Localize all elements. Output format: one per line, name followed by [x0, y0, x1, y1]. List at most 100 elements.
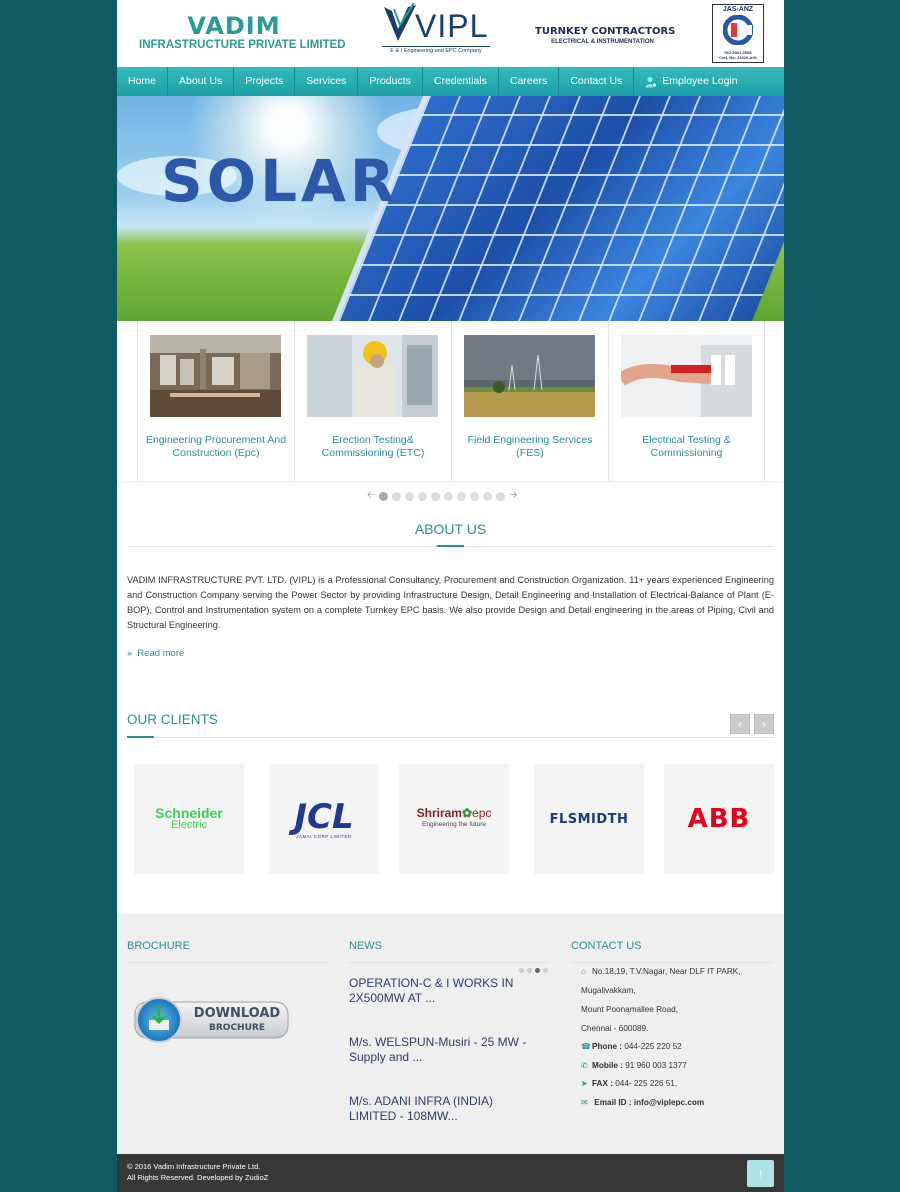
shriram-sub: Engineering the future	[422, 821, 486, 828]
phone-label: Phone :	[592, 1042, 623, 1051]
title-underline	[437, 545, 464, 547]
news-item[interactable]: M/s. WELSPUN-Musiri - 25 MW - Supply and…	[349, 1035, 539, 1065]
iso-badge-bottom: ISO 9001:2008 Cert. No: 31929-A01	[713, 50, 763, 60]
service-card-epc[interactable]: Engineering Procurement And Construction…	[137, 321, 294, 481]
page: VADIM INFRASTRUCTURE PRIVATE LIMITED VIP…	[117, 0, 784, 1192]
service-label: Electrical Testing & Commissioning	[642, 434, 731, 459]
contact-address: ⌂ No.18,19, T.V.Nagar, Near DLF IT PARK, …	[581, 966, 741, 1034]
news-title: NEWS	[349, 940, 382, 952]
nav-products[interactable]: Products	[358, 67, 423, 96]
copyright-line: © 2016 Vadim Infrastructure Private Ltd.	[127, 1162, 261, 1171]
turnkey-line2: ELECTRICAL & INSTRUMENTATION	[551, 39, 654, 45]
hero-title: SOLAR	[161, 147, 399, 215]
logo-main-text: VADIM	[187, 12, 281, 40]
carousel-dot[interactable]	[496, 491, 506, 501]
brochure-label: BROCHURE	[209, 1023, 265, 1033]
carousel-dot[interactable]	[418, 491, 428, 501]
nav-employee-login[interactable]: Employee Login	[634, 67, 748, 96]
flsmidth-name: FLSMIDTH	[549, 811, 629, 827]
phone-icon: ☎	[581, 1042, 592, 1051]
download-brochure-button[interactable]: DOWNLOAD BROCHURE	[131, 996, 291, 1044]
envelope-icon: ✉	[581, 1098, 588, 1107]
news-dot[interactable]	[519, 968, 524, 973]
nav-services[interactable]: Services	[295, 67, 359, 96]
vipl-logo: VIPL E & I Engineering and EPC Company	[380, 3, 490, 55]
arrow-left-icon[interactable]: 🡠	[367, 491, 375, 501]
service-card-etc[interactable]: Erection Testing& Commissioning (ETC)	[294, 321, 451, 481]
service-label: Engineering Procurement And Construction…	[145, 434, 287, 459]
email-link[interactable]: info@viplepc.com	[634, 1098, 704, 1107]
news-item[interactable]: M/s. ADANI INFRA (INDIA) LIMITED - 108MW…	[349, 1094, 539, 1124]
arrow-right-icon[interactable]: 🡢	[509, 491, 517, 501]
email-label: Email ID :	[594, 1098, 632, 1107]
nav-about-us[interactable]: About Us	[168, 67, 235, 96]
news-dot[interactable]	[543, 968, 548, 973]
nav-credentials[interactable]: Credentials	[423, 67, 499, 96]
carousel-dot[interactable]	[483, 491, 493, 501]
clients-prev-button[interactable]: ‹	[730, 714, 750, 734]
news-dot[interactable]	[535, 968, 540, 973]
contact-phone: ☎Phone : 044-225 220 52	[581, 1041, 682, 1052]
client-logo-abb[interactable]: ABB	[664, 764, 774, 874]
technician-panel-image	[307, 335, 438, 417]
nav-contact-us[interactable]: Contact Us	[559, 67, 635, 96]
client-logo-shriram[interactable]: Shriram✿epc Engineering the future	[399, 764, 509, 874]
rights-line: All Rights Reserved. Developed by ZudioZ	[127, 1173, 269, 1182]
news-item[interactable]: OPERATION-C & I WORKS IN 2X500MW AT ...	[349, 976, 539, 1006]
clients-title: OUR CLIENTS	[127, 712, 218, 727]
about-title: ABOUT US	[414, 521, 487, 537]
iso-cert-number: Cert. No: 31929-A01	[719, 55, 757, 60]
divider	[117, 481, 784, 482]
clients-next-button[interactable]: ›	[754, 714, 774, 734]
brochure-title: BROCHURE	[127, 940, 190, 952]
nav-careers[interactable]: Careers	[499, 67, 560, 96]
vipl-logo-subtitle: E & I Engineering and EPC Company	[382, 46, 490, 54]
leaf-icon: ✿	[461, 806, 473, 820]
iso-badge-top: JAS-ANZ	[722, 6, 754, 13]
iso-certification-badge: JAS-ANZ ISO 9001:2008 Cert. No: 31929-A0…	[712, 4, 764, 63]
client-logo-schneider[interactable]: Schneider Electric	[134, 764, 244, 874]
iso-seal-icon	[722, 14, 754, 46]
vadim-logo[interactable]: VADIM INFRASTRUCTURE PRIVATE LIMITED	[139, 12, 346, 52]
site-footer: BROCHURE DOWNLOAD BROCHURE NEWS OPERATIO…	[117, 914, 784, 1154]
news-pagination	[519, 968, 548, 973]
service-label: Erection Testing& Commissioning (ETC)	[321, 434, 425, 459]
turnkey-tagline: TURNKEY CONTRACTORS ELECTRICAL & INSTRUM…	[535, 26, 675, 46]
download-label: DOWNLOAD	[193, 1006, 281, 1021]
carousel-dot[interactable]	[470, 491, 480, 501]
address-line: Chennai - 600089.	[581, 1024, 649, 1033]
divider	[127, 962, 329, 963]
copyright-text: © 2016 Vadim Infrastructure Private Ltd.…	[127, 1161, 268, 1183]
client-logo-flsmidth[interactable]: FLSMIDTH	[534, 764, 644, 874]
carousel-pagination: 🡠 🡢	[367, 490, 537, 502]
divider	[571, 962, 773, 963]
news-dot[interactable]	[527, 968, 532, 973]
carousel-dot[interactable]	[379, 491, 389, 501]
services-carousel: Engineering Procurement And Construction…	[137, 321, 784, 481]
contact-email: ✉ Email ID : info@viplepc.com	[581, 1097, 704, 1108]
logo-sub-text: INFRASTRUCTURE PRIVATE LIMITED	[139, 39, 346, 51]
carousel-dot[interactable]	[392, 491, 402, 501]
client-logo-jcl[interactable]: JCL JAMAI CORP LIMITED	[269, 764, 379, 874]
carousel-dot[interactable]	[444, 491, 454, 501]
fax-value: 044- 225 226 51,	[615, 1079, 678, 1088]
nav-projects[interactable]: Projects	[234, 67, 296, 96]
back-to-top-button[interactable]: ↑	[747, 1160, 774, 1187]
schneider-name: Schneider	[155, 805, 223, 821]
carousel-dot[interactable]	[405, 491, 415, 501]
employee-login-label: Employee Login	[662, 75, 738, 87]
service-label: Field Engineering Services (FES)	[467, 434, 593, 459]
service-card-electrical-testing[interactable]: Electrical Testing & Commissioning	[608, 321, 765, 481]
site-header: VADIM INFRASTRUCTURE PRIVATE LIMITED VIP…	[117, 0, 784, 67]
service-card-fes[interactable]: Field Engineering Services (FES)	[451, 321, 608, 481]
nav-home[interactable]: Home	[117, 67, 169, 96]
shriram-epc: epc	[472, 806, 492, 820]
carousel-dot[interactable]	[431, 491, 441, 501]
chevron-left-icon: ‹	[738, 717, 742, 731]
read-more-link[interactable]: » Read more	[127, 648, 184, 659]
user-icon	[645, 76, 658, 87]
mobile-value: 91 960 003 1377	[625, 1061, 687, 1070]
arrow-up-icon: ↑	[757, 1166, 764, 1180]
address-line: Mugalivakkam,	[581, 986, 636, 995]
carousel-dot[interactable]	[457, 491, 467, 501]
